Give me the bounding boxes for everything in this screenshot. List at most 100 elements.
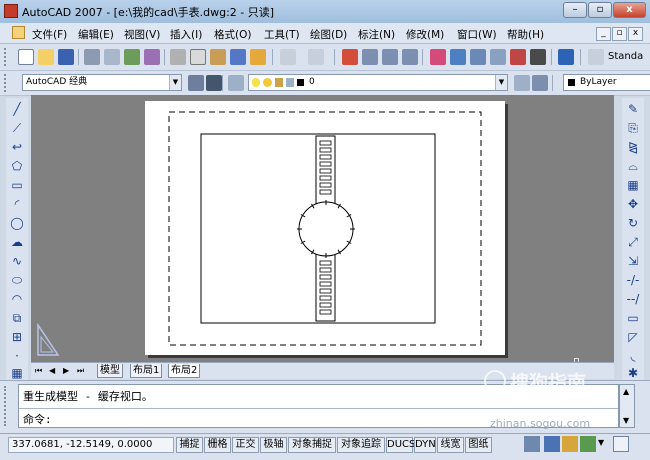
- menu-format[interactable]: 格式(O): [214, 27, 251, 42]
- toolbar-grip[interactable]: [4, 74, 9, 92]
- zoom-previous-icon[interactable]: [402, 49, 418, 65]
- chevron-down-icon[interactable]: ▼: [495, 75, 507, 90]
- sheet-set-icon[interactable]: [490, 49, 506, 65]
- text-style-label[interactable]: Standa: [608, 51, 643, 62]
- polyline-icon[interactable]: ↩: [10, 140, 24, 154]
- doc-minimize-button[interactable]: _: [596, 27, 611, 41]
- properties-icon[interactable]: [430, 49, 446, 65]
- arc-icon[interactable]: ◜: [10, 197, 24, 211]
- tab-nav-prev[interactable]: ◀: [47, 364, 57, 377]
- make-block-icon[interactable]: ⊞: [10, 330, 24, 344]
- tab-layout2[interactable]: 布局2: [168, 364, 201, 378]
- snap-toggle[interactable]: 捕捉: [176, 437, 203, 453]
- block-editor-icon[interactable]: [250, 49, 266, 65]
- maximize-viewport-icon[interactable]: [524, 436, 540, 452]
- rotate-icon[interactable]: ↻: [626, 216, 640, 230]
- menu-help[interactable]: 帮助(H): [507, 27, 544, 42]
- tab-nav-next[interactable]: ▶: [61, 364, 71, 377]
- match-properties-icon[interactable]: [230, 49, 246, 65]
- erase-icon[interactable]: ✎: [626, 102, 640, 116]
- dyn-toggle[interactable]: DYN: [414, 437, 436, 453]
- otrack-toggle[interactable]: 对象追踪: [337, 437, 385, 453]
- restore-button[interactable]: ▫: [588, 2, 612, 18]
- clean-screen-icon[interactable]: [613, 436, 629, 452]
- paper-sheet[interactable]: [145, 101, 505, 355]
- open-folder-icon[interactable]: [38, 49, 54, 65]
- command-window-grip[interactable]: [4, 386, 14, 426]
- print-preview-icon[interactable]: [104, 49, 120, 65]
- polar-toggle[interactable]: 极轴: [260, 437, 287, 453]
- undo-icon[interactable]: [280, 49, 296, 65]
- minimize-button[interactable]: –: [563, 2, 587, 18]
- paste-icon[interactable]: [210, 49, 226, 65]
- copy-object-icon[interactable]: ⎘: [626, 121, 640, 135]
- circle-icon[interactable]: ◯: [10, 216, 24, 230]
- tab-nav-first[interactable]: ⏮: [33, 364, 44, 377]
- array-icon[interactable]: ▦: [626, 178, 640, 192]
- menu-dimension[interactable]: 标注(N): [358, 27, 395, 42]
- communication-center-icon[interactable]: [580, 436, 596, 452]
- paper-model-toggle[interactable]: 图纸: [465, 437, 492, 453]
- tab-nav-last[interactable]: ⏭: [75, 364, 86, 377]
- menu-window[interactable]: 窗口(W): [457, 27, 497, 42]
- osnap-toggle[interactable]: 对象捕捉: [288, 437, 336, 453]
- scroll-up-icon[interactable]: ▲: [623, 387, 629, 396]
- insert-block-icon[interactable]: ⧉: [10, 311, 24, 325]
- make-current-layer-icon[interactable]: [514, 75, 530, 91]
- stretch-icon[interactable]: ⇲: [626, 254, 640, 268]
- toolbar-grip[interactable]: [4, 48, 9, 66]
- layer-manager-icon[interactable]: [228, 75, 244, 91]
- ellipse-icon[interactable]: ⬭: [10, 273, 24, 287]
- menu-modify[interactable]: 修改(M): [406, 27, 444, 42]
- tab-model[interactable]: 模型: [97, 364, 123, 378]
- explode-icon[interactable]: ✱: [626, 366, 640, 380]
- annotation-scale-icon[interactable]: [544, 436, 560, 452]
- chamfer-icon[interactable]: ◸: [626, 330, 640, 344]
- redo-icon[interactable]: [308, 49, 324, 65]
- workspace-save-icon[interactable]: [206, 75, 222, 91]
- save-icon[interactable]: [58, 49, 74, 65]
- autocad-logo-icon[interactable]: [4, 4, 18, 18]
- workspace-settings-icon[interactable]: [188, 75, 204, 91]
- rectangle-icon[interactable]: ▭: [10, 178, 24, 192]
- fillet-icon[interactable]: ◟: [626, 349, 640, 363]
- markup-icon[interactable]: [510, 49, 526, 65]
- extend-icon[interactable]: --/: [626, 292, 640, 306]
- menu-insert[interactable]: 插入(I): [170, 27, 202, 42]
- tab-layout1[interactable]: 布局1: [130, 364, 163, 378]
- doc-close-button[interactable]: x: [628, 27, 643, 41]
- command-scrollbar[interactable]: ▲ ▼: [619, 384, 635, 428]
- new-file-icon[interactable]: [18, 49, 34, 65]
- lock-toolbar-icon[interactable]: [562, 436, 578, 452]
- layer-previous-icon[interactable]: [532, 75, 548, 91]
- point-icon[interactable]: ·: [10, 349, 24, 363]
- spline-icon[interactable]: ∿: [10, 254, 24, 268]
- zoom-realtime-icon[interactable]: [362, 49, 378, 65]
- offset-icon[interactable]: ⌓: [626, 159, 640, 173]
- copy-icon[interactable]: [190, 49, 206, 65]
- scale-icon[interactable]: ⤢: [626, 235, 640, 249]
- document-icon[interactable]: [12, 26, 25, 39]
- ortho-toggle[interactable]: 正交: [232, 437, 259, 453]
- pan-icon[interactable]: [342, 49, 358, 65]
- cut-icon[interactable]: [170, 49, 186, 65]
- chevron-down-icon[interactable]: ▼: [169, 75, 181, 90]
- ducs-toggle[interactable]: DUCS: [386, 437, 415, 453]
- menu-draw[interactable]: 绘图(D): [310, 27, 347, 42]
- workspace-dropdown[interactable]: AutoCAD 经典 ▼: [22, 74, 182, 91]
- construction-line-icon[interactable]: ⟋: [10, 121, 24, 135]
- lineweight-toggle[interactable]: 线宽: [437, 437, 464, 453]
- mirror-icon[interactable]: ⧎: [626, 140, 640, 154]
- design-center-icon[interactable]: [450, 49, 466, 65]
- ellipse-arc-icon[interactable]: ◠: [10, 292, 24, 306]
- grid-toggle[interactable]: 栅格: [204, 437, 231, 453]
- 3d-dwf-icon[interactable]: [144, 49, 160, 65]
- text-style-icon[interactable]: [588, 49, 604, 65]
- menu-view[interactable]: 视图(V): [124, 27, 160, 42]
- trim-icon[interactable]: -/-: [626, 273, 640, 287]
- help-icon[interactable]: [558, 49, 574, 65]
- line-icon[interactable]: ╱: [10, 102, 24, 116]
- revision-cloud-icon[interactable]: ☁: [10, 235, 24, 249]
- scroll-down-icon[interactable]: ▼: [623, 416, 629, 425]
- menu-tools[interactable]: 工具(T): [264, 27, 300, 42]
